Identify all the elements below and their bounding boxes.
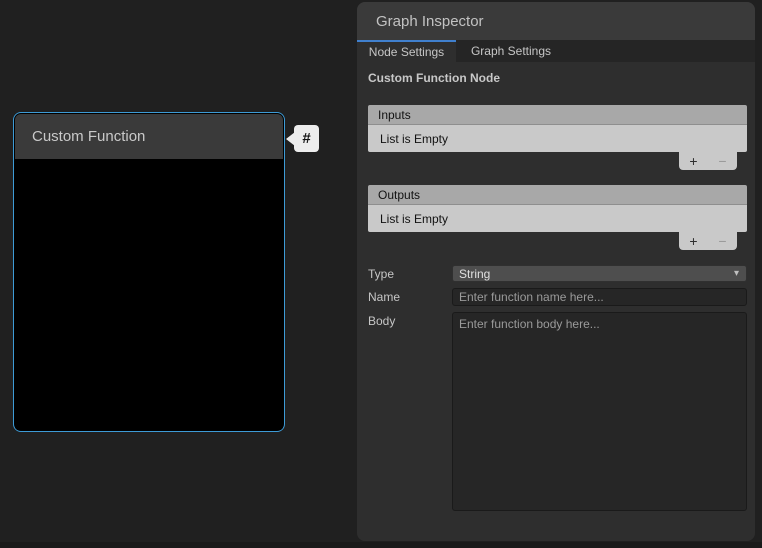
inspector-tabbar: Node Settings Graph Settings	[357, 40, 755, 62]
inputs-empty-row: List is Empty	[368, 125, 747, 152]
name-label: Name	[368, 288, 452, 306]
custom-function-node[interactable]: Custom Function	[13, 112, 285, 432]
node-title-bar[interactable]: Custom Function	[15, 114, 283, 159]
graph-inspector-panel: Graph Inspector Node Settings Graph Sett…	[357, 2, 755, 541]
node-type-title: Custom Function Node	[368, 71, 747, 85]
inputs-add-button[interactable]: +	[685, 154, 701, 168]
name-row: Name	[368, 288, 747, 306]
body-label: Body	[368, 312, 452, 511]
function-form: Type String ▾ Name Body	[368, 265, 747, 511]
inputs-list: Inputs List is Empty + −	[368, 105, 747, 170]
inputs-list-footer: + −	[679, 152, 737, 170]
inspector-title: Graph Inspector	[376, 13, 484, 30]
hash-icon: #	[294, 125, 319, 152]
tab-graph-settings[interactable]: Graph Settings	[456, 40, 566, 62]
function-name-input[interactable]	[452, 288, 747, 306]
node-code-badge[interactable]: #	[286, 125, 319, 152]
body-row: Body	[368, 312, 747, 511]
function-body-textarea[interactable]	[452, 312, 747, 511]
type-row: Type String ▾	[368, 265, 747, 282]
window-bottom-edge	[0, 542, 762, 548]
chevron-down-icon: ▾	[734, 268, 739, 279]
outputs-add-button[interactable]: +	[685, 234, 701, 248]
node-preview-area	[15, 160, 283, 430]
outputs-remove-button[interactable]: −	[714, 234, 730, 248]
inspector-header[interactable]: Graph Inspector	[357, 2, 755, 40]
node-title: Custom Function	[32, 128, 145, 145]
node-settings-content: Custom Function Node Inputs List is Empt…	[357, 62, 755, 511]
tab-node-settings[interactable]: Node Settings	[357, 40, 456, 62]
type-dropdown-value: String	[459, 267, 490, 281]
type-dropdown[interactable]: String ▾	[452, 265, 747, 282]
outputs-empty-row: List is Empty	[368, 205, 747, 232]
inputs-list-header: Inputs	[368, 105, 747, 125]
outputs-list-footer: + −	[679, 232, 737, 250]
outputs-list-header: Outputs	[368, 185, 747, 205]
outputs-list: Outputs List is Empty + −	[368, 185, 747, 250]
inputs-remove-button[interactable]: −	[714, 154, 730, 168]
type-label: Type	[368, 265, 452, 282]
